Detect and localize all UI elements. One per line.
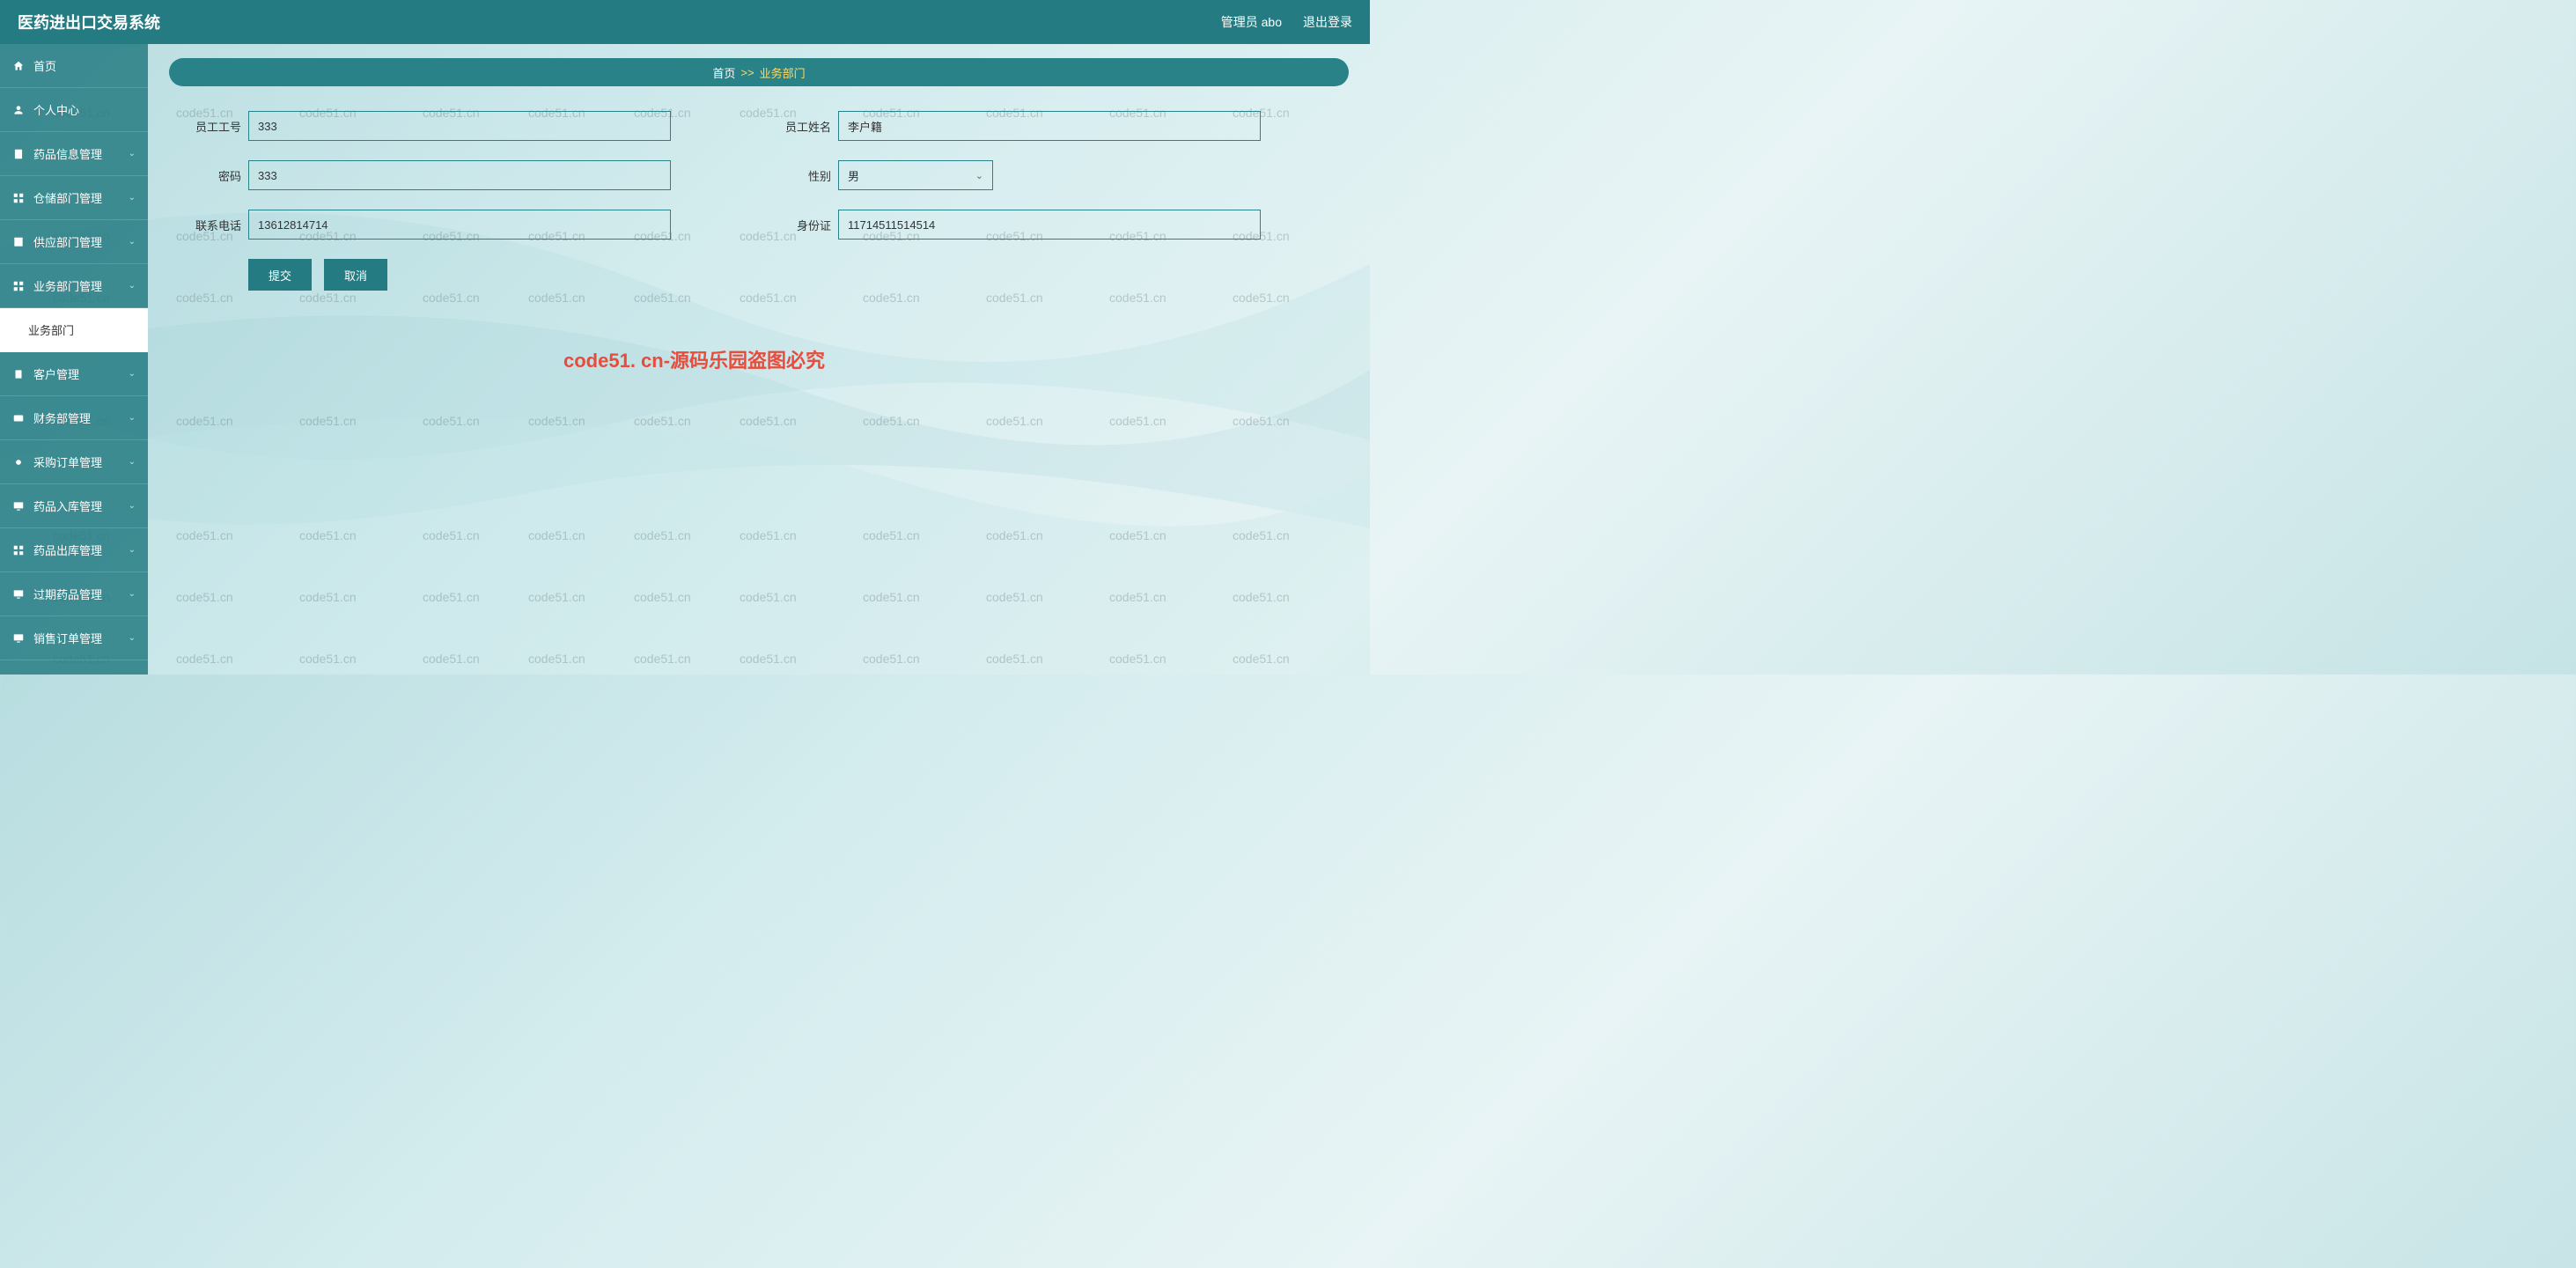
sidebar-item-label: 药品入库管理 — [33, 498, 102, 514]
password-label: 密码 — [169, 167, 241, 184]
emp-id-label: 员工工号 — [169, 118, 241, 135]
sidebar-item-label: 业务部门管理 — [33, 277, 102, 294]
breadcrumb-sep: >> — [740, 66, 754, 79]
clip-icon — [12, 368, 25, 380]
main-content: 首页 >> 业务部门 员工工号 员工姓名 密码 — [148, 44, 1370, 675]
sidebar: 首页个人中心药品信息管理 ⌄ 仓储部门管理 ⌄ 供应部门管理 ⌄ 业务部门管理 ⌄ 业务部门客户… — [0, 44, 148, 675]
emp-id-input[interactable] — [248, 111, 671, 141]
sidebar-item-5[interactable]: 业务部门管理 ⌄ — [0, 264, 148, 308]
monitor-icon — [12, 632, 25, 645]
sidebar-item-label: 仓储部门管理 — [33, 189, 102, 206]
chevron-down-icon: ⌄ — [129, 589, 136, 599]
sidebar-item-label: 供应部门管理 — [33, 233, 102, 250]
gender-value: 男 — [848, 167, 859, 184]
chevron-down-icon: ⌄ — [129, 369, 136, 379]
chevron-down-icon: ⌄ — [975, 170, 983, 181]
sidebar-item-6[interactable]: 业务部门 — [0, 308, 148, 352]
chevron-down-icon: ⌄ — [129, 237, 136, 247]
sidebar-item-label: 业务部门 — [28, 321, 74, 338]
sidebar-item-label: 药品信息管理 — [33, 145, 102, 162]
chevron-down-icon: ⌄ — [129, 457, 136, 467]
form: 员工工号 员工姓名 密码 性别 男 ⌄ — [169, 111, 1349, 291]
sidebar-item-11[interactable]: 药品出库管理 ⌄ — [0, 528, 148, 572]
sidebar-item-0[interactable]: 首页 — [0, 44, 148, 88]
sidebar-item-10[interactable]: 药品入库管理 ⌄ — [0, 484, 148, 528]
user-icon — [12, 104, 25, 116]
chevron-down-icon: ⌄ — [129, 193, 136, 203]
user-label[interactable]: 管理员 abo — [1221, 13, 1282, 31]
sidebar-item-label: 财务部管理 — [33, 409, 91, 426]
chevron-down-icon: ⌄ — [129, 633, 136, 643]
sidebar-item-9[interactable]: 采购订单管理 ⌄ — [0, 440, 148, 484]
emp-name-label: 员工姓名 — [759, 118, 831, 135]
emp-name-input[interactable] — [838, 111, 1261, 141]
sidebar-item-label: 客户管理 — [33, 365, 79, 382]
submit-button[interactable]: 提交 — [248, 259, 312, 291]
phone-label: 联系电话 — [169, 217, 241, 233]
sidebar-item-label: 过期药品管理 — [33, 586, 102, 602]
sidebar-item-12[interactable]: 过期药品管理 ⌄ — [0, 572, 148, 616]
breadcrumb-current: 业务部门 — [760, 64, 806, 81]
breadcrumb-home[interactable]: 首页 — [712, 64, 735, 81]
password-input[interactable] — [248, 160, 671, 190]
chevron-down-icon: ⌄ — [129, 501, 136, 511]
chevron-down-icon: ⌄ — [129, 149, 136, 158]
box-icon — [12, 236, 25, 248]
gender-select[interactable]: 男 ⌄ — [838, 160, 993, 190]
sidebar-item-label: 首页 — [33, 57, 56, 74]
monitor-icon — [12, 588, 25, 601]
doc-icon — [12, 148, 25, 160]
monitor-icon — [12, 500, 25, 512]
sidebar-item-label: 采购订单管理 — [33, 453, 102, 470]
sidebar-item-4[interactable]: 供应部门管理 ⌄ — [0, 220, 148, 264]
gender-label: 性别 — [759, 167, 831, 184]
sidebar-item-8[interactable]: 财务部管理 ⌄ — [0, 396, 148, 440]
grid-icon — [12, 192, 25, 204]
sidebar-item-label: 药品出库管理 — [33, 542, 102, 558]
phone-input[interactable] — [248, 210, 671, 240]
sidebar-item-label: 销售订单管理 — [33, 630, 102, 646]
sidebar-item-3[interactable]: 仓储部门管理 ⌄ — [0, 176, 148, 220]
dot-icon — [12, 456, 25, 468]
card-icon — [12, 412, 25, 424]
cancel-button[interactable]: 取消 — [324, 259, 387, 291]
chevron-down-icon: ⌄ — [129, 413, 136, 423]
sidebar-item-2[interactable]: 药品信息管理 ⌄ — [0, 132, 148, 176]
app-title: 医药进出口交易系统 — [18, 11, 160, 33]
chevron-down-icon: ⌄ — [129, 281, 136, 291]
grid-icon — [12, 544, 25, 557]
header: 医药进出口交易系统 管理员 abo 退出登录 — [0, 0, 1370, 44]
sidebar-item-1[interactable]: 个人中心 — [0, 88, 148, 132]
idcard-input[interactable] — [838, 210, 1261, 240]
sidebar-item-13[interactable]: 销售订单管理 ⌄ — [0, 616, 148, 660]
sidebar-item-7[interactable]: 客户管理 ⌄ — [0, 352, 148, 396]
grid-icon — [12, 280, 25, 292]
home-icon — [12, 60, 25, 72]
logout-link[interactable]: 退出登录 — [1303, 13, 1352, 31]
breadcrumb: 首页 >> 业务部门 — [169, 58, 1349, 86]
sidebar-item-label: 个人中心 — [33, 101, 79, 118]
chevron-down-icon: ⌄ — [129, 545, 136, 555]
idcard-label: 身份证 — [759, 217, 831, 233]
